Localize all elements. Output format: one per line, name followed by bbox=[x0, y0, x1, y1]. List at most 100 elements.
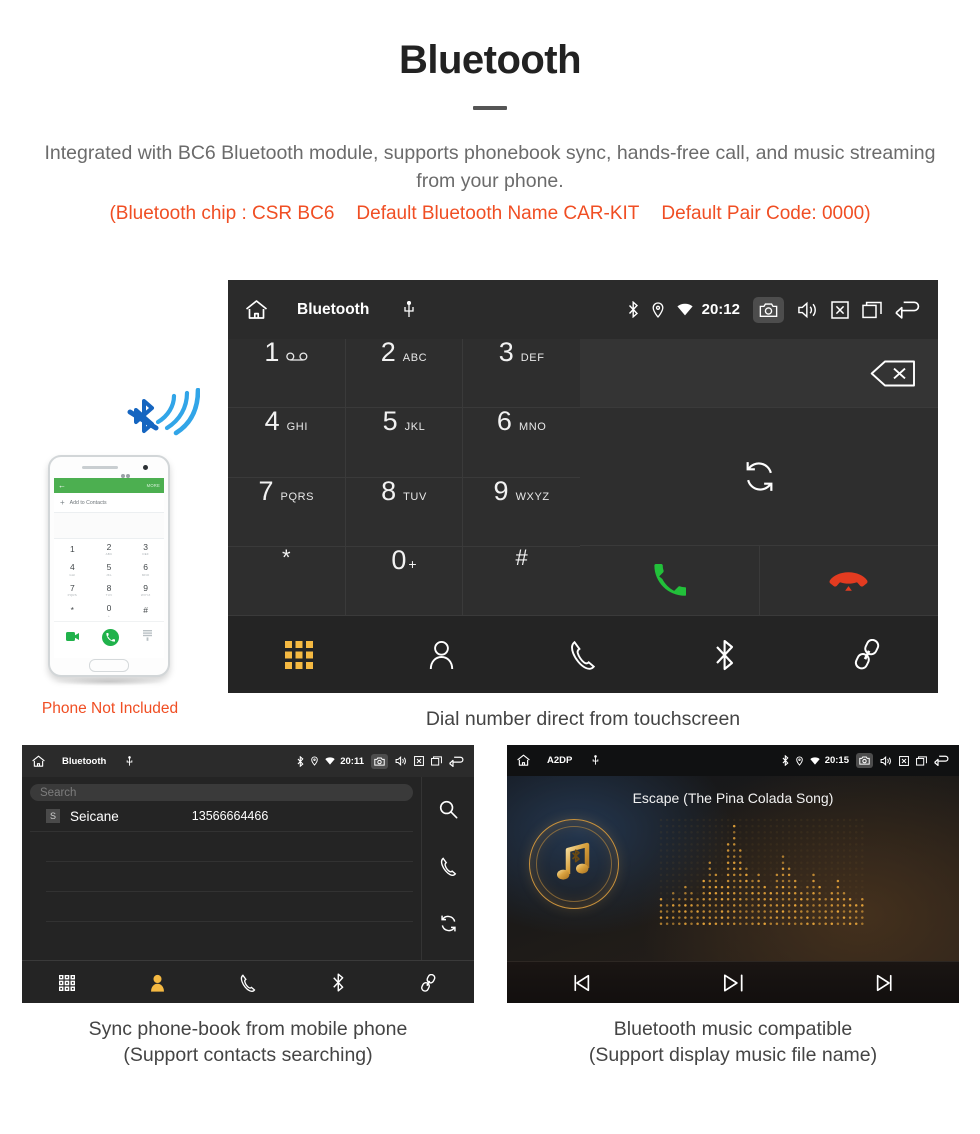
close-icon[interactable] bbox=[831, 301, 849, 319]
close-icon[interactable] bbox=[414, 756, 424, 766]
phone-shadow bbox=[54, 677, 164, 686]
home-icon[interactable] bbox=[244, 299, 269, 321]
music-status-right: 20:15 bbox=[775, 753, 950, 768]
key-7[interactable]: 7 PQRS bbox=[228, 478, 345, 546]
previous-icon[interactable] bbox=[572, 973, 592, 993]
nav-link[interactable] bbox=[384, 974, 474, 992]
sync-audio-icon[interactable] bbox=[742, 459, 777, 494]
key-letters: ABC bbox=[403, 352, 427, 364]
next-button[interactable] bbox=[808, 973, 959, 993]
home-icon[interactable] bbox=[516, 754, 531, 767]
call-icon[interactable] bbox=[653, 564, 686, 597]
recents-icon[interactable] bbox=[431, 756, 442, 766]
dialer-number-display[interactable] bbox=[580, 339, 938, 407]
previous-button[interactable] bbox=[507, 973, 658, 993]
phone-keypad-toggle-icon bbox=[143, 628, 152, 646]
call-icon[interactable] bbox=[440, 857, 457, 876]
key-4[interactable]: 4 GHI bbox=[228, 408, 345, 476]
dialer-body: 1 2 ABC 3 DEF 4 GHI 5 JKL 6 MNO 7 PQRS 8… bbox=[228, 339, 938, 615]
contact-row-empty bbox=[46, 892, 413, 922]
nav-link[interactable] bbox=[796, 639, 938, 670]
nav-contacts[interactable] bbox=[370, 640, 512, 670]
bluetooth-icon[interactable] bbox=[714, 639, 736, 671]
phone-speaker bbox=[82, 466, 118, 469]
nav-keypad[interactable] bbox=[228, 641, 370, 669]
phone-key: 7 PQRS bbox=[54, 580, 91, 601]
bluetooth-icon[interactable] bbox=[332, 973, 345, 992]
phonebook-screen: Bluetooth 20:11 Search S Seicane 1356666… bbox=[22, 745, 474, 1003]
title-divider bbox=[473, 106, 507, 110]
contact-row[interactable]: S Seicane 13566664466 bbox=[30, 801, 413, 832]
phone-videocall-icon bbox=[66, 628, 79, 646]
call-button[interactable] bbox=[440, 857, 457, 881]
call-log-icon[interactable] bbox=[569, 640, 597, 670]
dialer-status-bar: Bluetooth 20:12 bbox=[228, 280, 938, 339]
key-number: 6 bbox=[497, 408, 512, 435]
recents-icon[interactable] bbox=[862, 301, 882, 319]
sync-button[interactable] bbox=[439, 914, 458, 938]
sync-icon[interactable] bbox=[439, 914, 458, 933]
phonebook-caption: Sync phone-book from mobile phone (Suppo… bbox=[22, 1016, 474, 1069]
key-number: 2 bbox=[381, 339, 396, 366]
key-0[interactable]: 0 + bbox=[346, 547, 463, 615]
album-art-inner-ring bbox=[536, 826, 612, 902]
nav-call-log[interactable] bbox=[512, 640, 654, 670]
backspace-icon[interactable] bbox=[870, 360, 916, 387]
music-caption-line1: Bluetooth music compatible bbox=[507, 1016, 959, 1042]
key-hash[interactable]: # bbox=[463, 547, 580, 615]
key-2[interactable]: 2 ABC bbox=[346, 339, 463, 407]
recents-icon[interactable] bbox=[916, 756, 927, 766]
back-icon[interactable] bbox=[449, 756, 465, 767]
contacts-list: Search S Seicane 13566664466 bbox=[22, 777, 421, 960]
hangup-button[interactable] bbox=[760, 546, 939, 615]
nav-bluetooth[interactable] bbox=[654, 639, 796, 671]
key-9[interactable]: 9 WXYZ bbox=[463, 478, 580, 546]
key-1[interactable]: 1 bbox=[228, 339, 345, 407]
phone-add-contact-row: + Add to Contacts bbox=[54, 493, 164, 513]
key-6[interactable]: 6 MNO bbox=[463, 408, 580, 476]
key-letters: DEF bbox=[521, 352, 545, 364]
keypad-icon[interactable] bbox=[285, 641, 313, 669]
link-icon[interactable] bbox=[853, 639, 882, 670]
volume-icon[interactable] bbox=[395, 756, 407, 766]
camera-icon[interactable] bbox=[371, 754, 388, 769]
dialer-screen: Bluetooth 20:12 1 2 ABC 3 DEF 4 GHI 5 JK… bbox=[228, 280, 938, 693]
wifi-icon bbox=[677, 303, 693, 316]
search-icon[interactable] bbox=[439, 800, 458, 819]
nav-call-log[interactable] bbox=[203, 974, 293, 992]
intro-text: Integrated with BC6 Bluetooth module, su… bbox=[40, 140, 940, 195]
nav-keypad[interactable] bbox=[22, 975, 112, 991]
next-icon[interactable] bbox=[874, 973, 894, 993]
search-button[interactable] bbox=[439, 800, 458, 824]
close-icon[interactable] bbox=[899, 756, 909, 766]
play-pause-icon[interactable] bbox=[721, 972, 746, 994]
call-log-icon[interactable] bbox=[240, 974, 256, 992]
play-pause-button[interactable] bbox=[658, 972, 809, 994]
nav-bluetooth[interactable] bbox=[293, 973, 383, 992]
call-button[interactable] bbox=[580, 546, 759, 615]
camera-icon[interactable] bbox=[856, 753, 873, 768]
key-star[interactable]: * bbox=[228, 547, 345, 615]
hangup-icon[interactable] bbox=[829, 569, 868, 593]
back-icon[interactable] bbox=[895, 300, 922, 319]
phone-key: 2 ABC bbox=[91, 539, 128, 560]
key-3[interactable]: 3 DEF bbox=[463, 339, 580, 407]
key-number: 0 bbox=[391, 547, 406, 574]
dialer-transfer-audio-button[interactable] bbox=[580, 408, 938, 545]
contacts-icon[interactable] bbox=[150, 974, 165, 992]
nav-contacts[interactable] bbox=[112, 974, 202, 992]
back-icon[interactable] bbox=[934, 755, 950, 766]
contacts-icon[interactable] bbox=[428, 640, 455, 670]
contact-row-empty bbox=[46, 862, 413, 892]
search-input[interactable]: Search bbox=[30, 784, 413, 801]
keypad-icon[interactable] bbox=[59, 975, 75, 991]
link-icon[interactable] bbox=[420, 974, 437, 992]
volume-icon[interactable] bbox=[880, 756, 892, 766]
home-icon[interactable] bbox=[31, 755, 46, 768]
key-8[interactable]: 8 TUV bbox=[346, 478, 463, 546]
camera-icon[interactable] bbox=[753, 297, 784, 323]
key-5[interactable]: 5 JKL bbox=[346, 408, 463, 476]
bluetooth-icon bbox=[782, 755, 789, 766]
phone-key: 6 MNO bbox=[127, 560, 164, 581]
volume-icon[interactable] bbox=[797, 301, 818, 319]
